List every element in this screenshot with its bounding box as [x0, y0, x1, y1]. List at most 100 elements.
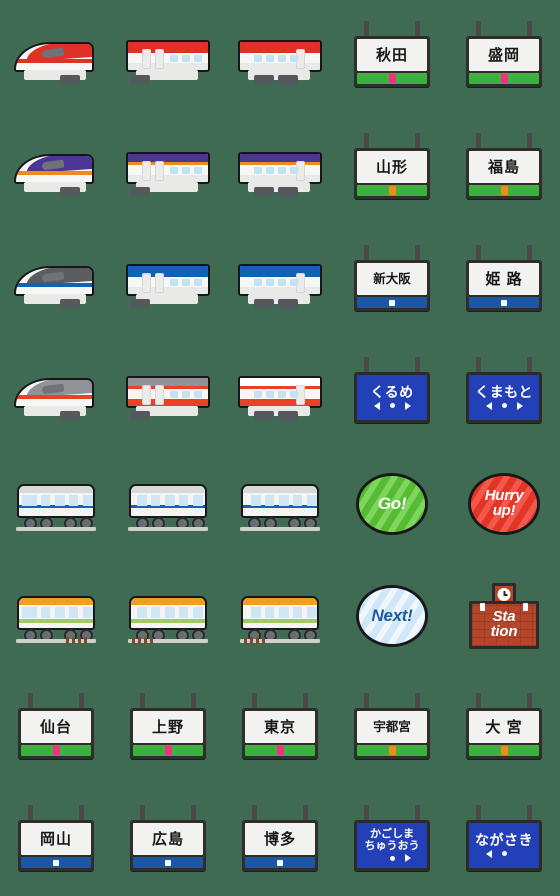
train-lower-stripe: [240, 399, 320, 406]
train-roof-stripe: [240, 42, 320, 50]
sign-color-bar: [357, 73, 427, 84]
passenger-window: [193, 607, 203, 618]
sign-label: 大 宮: [485, 718, 523, 736]
station-sign-okayama[interactable]: 岡山: [14, 805, 98, 875]
train-roof-stripe: [240, 154, 320, 162]
station-sign-akita[interactable]: 秋田: [350, 21, 434, 91]
bubble-label: Hurry up!: [484, 487, 524, 519]
station-sign-hakata[interactable]: 博多: [238, 805, 322, 875]
station-sign-hiroshima[interactable]: 広島: [126, 805, 210, 875]
grid-cell: ながさき: [448, 784, 560, 896]
led-sign-kagoshima-chuo[interactable]: かごしま ちゅうおう: [350, 805, 434, 875]
red-shinkansen-nose[interactable]: [10, 26, 102, 86]
wheel-assembly: [254, 411, 274, 420]
passenger-window: [290, 167, 298, 174]
sign-face: 広島: [133, 823, 203, 855]
orange-local-front[interactable]: [10, 586, 102, 646]
train-roof: [19, 598, 93, 605]
red-shinkansen-end[interactable]: [234, 26, 326, 86]
led-sign-kurume[interactable]: くるめ: [350, 357, 434, 427]
sign-color-bar: [133, 745, 203, 756]
passenger-window: [251, 495, 261, 506]
blue-shinkansen-nose[interactable]: [10, 250, 102, 310]
train-car-body: [241, 484, 319, 518]
white-commuter-pair[interactable]: [122, 474, 214, 534]
orange-local-pair[interactable]: [122, 586, 214, 646]
station-sign-tokyo[interactable]: 東京: [238, 693, 322, 763]
sign-face: 秋田: [357, 39, 427, 71]
speech-bubble-hurry-up[interactable]: Hurry up!: [468, 473, 540, 535]
grid-cell: 岡山: [0, 784, 112, 896]
speech-bubble-go[interactable]: Go!: [356, 473, 428, 535]
red-shinkansen-middle[interactable]: [122, 26, 214, 86]
train-roof: [19, 486, 93, 493]
rail-track: [16, 527, 96, 531]
passenger-window: [194, 55, 202, 62]
station-sign-sendai[interactable]: 仙台: [14, 693, 98, 763]
station-sign-ueno[interactable]: 上野: [126, 693, 210, 763]
white-red-shinkansen-middle[interactable]: [122, 362, 214, 422]
emoji-art: 盛岡: [456, 8, 552, 104]
emoji-art: [232, 8, 328, 104]
purple-shinkansen-nose[interactable]: [10, 138, 102, 198]
passenger-door: [142, 161, 151, 181]
passenger-door: [142, 49, 151, 69]
grid-cell: [112, 112, 224, 224]
train-accent-stripe: [240, 50, 320, 53]
emoji-art: 姫 路: [456, 232, 552, 328]
speech-bubble-next[interactable]: Next!: [356, 585, 428, 647]
station-sign-omiya[interactable]: 大 宮: [462, 693, 546, 763]
station-sign-himeji[interactable]: 姫 路: [462, 245, 546, 315]
grid-cell: [0, 448, 112, 560]
white-commuter-front[interactable]: [10, 474, 102, 534]
sign-label: くるめ: [370, 384, 414, 400]
train-lower-stripe: [240, 63, 320, 70]
white-red-shinkansen-end[interactable]: [234, 362, 326, 422]
station-building[interactable]: Sta tion: [469, 583, 539, 649]
sign-board: かごしま ちゅうおう: [354, 820, 430, 871]
blue-shinkansen-end[interactable]: [234, 250, 326, 310]
arrow-dot: [389, 855, 395, 861]
white-commuter-rear[interactable]: [234, 474, 326, 534]
station-sign-morioka[interactable]: 盛岡: [462, 21, 546, 91]
wheel-assembly: [278, 411, 298, 420]
purple-shinkansen-middle[interactable]: [122, 138, 214, 198]
grid-cell: [224, 224, 336, 336]
purple-shinkansen-end[interactable]: [234, 138, 326, 198]
sign-direction-arrows: [485, 849, 523, 858]
train-lower-stripe: [128, 287, 208, 294]
station-sign-fukushima[interactable]: 福島: [462, 133, 546, 203]
station-sign-yamagata[interactable]: 山形: [350, 133, 434, 203]
led-sign-kumamoto[interactable]: くまもと: [462, 357, 546, 427]
orange-local-rear[interactable]: [234, 586, 326, 646]
sign-station-marker: [165, 859, 171, 866]
white-red-shinkansen-nose[interactable]: [10, 362, 102, 422]
sign-color-bar: [469, 745, 539, 756]
passenger-window: [55, 607, 65, 618]
train-lower-stripe: [128, 175, 208, 182]
emoji-art: [120, 232, 216, 328]
train-roof-stripe: [128, 42, 208, 50]
arrow-right: [404, 854, 411, 862]
sign-label: 広島: [151, 830, 184, 848]
emoji-art: [8, 568, 104, 664]
bubble-label: Next!: [371, 605, 413, 625]
passenger-window: [137, 495, 147, 506]
blue-shinkansen-middle[interactable]: [122, 250, 214, 310]
passenger-window: [266, 391, 274, 398]
station-sign-shin-osaka[interactable]: 新大阪: [350, 245, 434, 315]
sign-label: 東京: [263, 718, 296, 736]
train-roof: [243, 598, 317, 605]
grid-cell: [224, 560, 336, 672]
station-sign-utsunomiya[interactable]: 宇都宮: [350, 693, 434, 763]
train-accent-stripe: [240, 162, 320, 165]
arrow-right: [516, 401, 523, 410]
led-sign-nagasaki[interactable]: ながさき: [462, 805, 546, 875]
passenger-window: [69, 495, 78, 506]
passenger-window: [193, 495, 203, 506]
train-roof-stripe: [240, 378, 320, 386]
grid-cell: [224, 448, 336, 560]
sign-face: 大 宮: [469, 711, 539, 743]
sign-station-marker: [500, 186, 508, 195]
emoji-art: Next!: [344, 568, 440, 664]
